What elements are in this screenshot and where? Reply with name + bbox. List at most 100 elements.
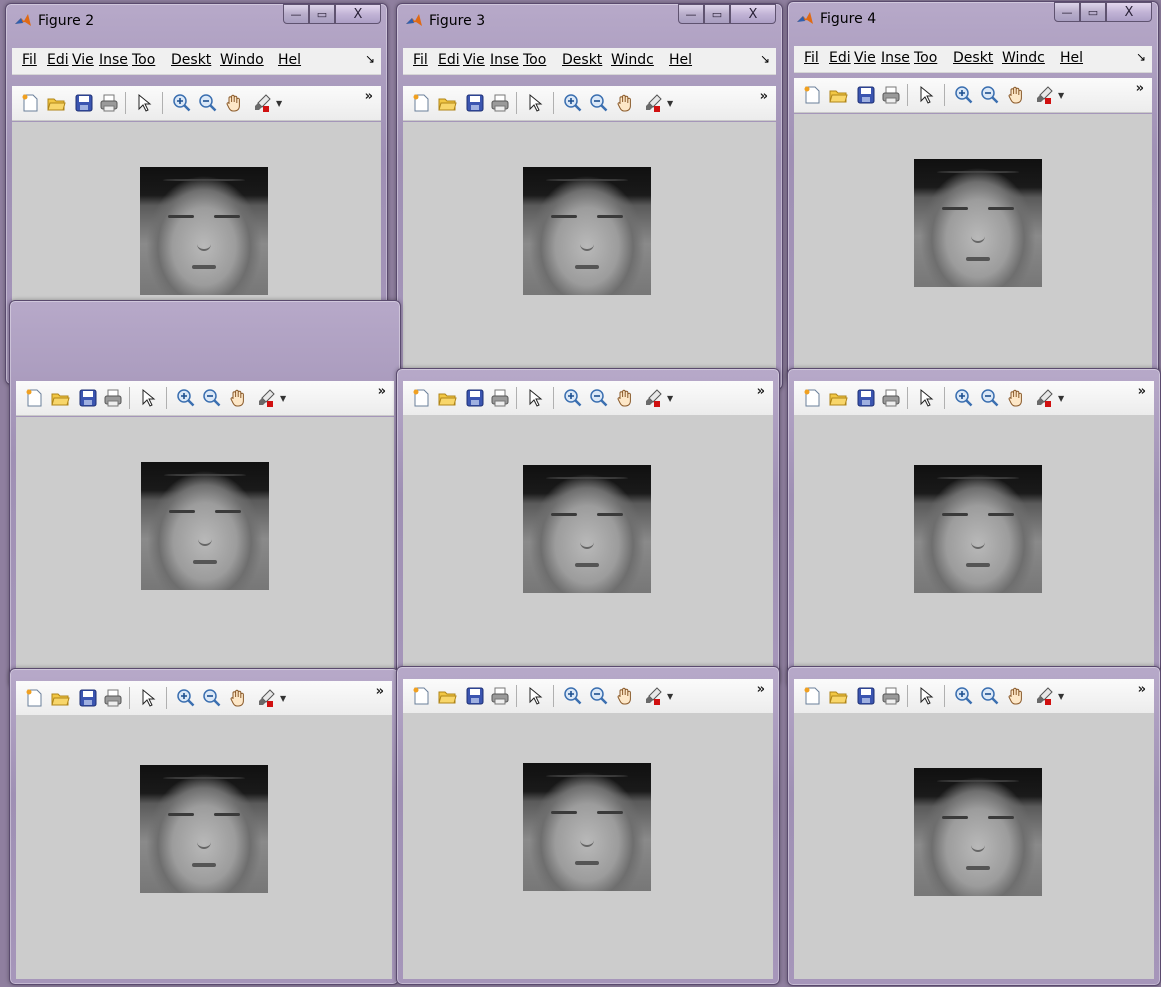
new-figure-icon[interactable] [802, 686, 822, 706]
menu-item-7[interactable]: Hel [278, 52, 301, 68]
print-icon[interactable] [881, 85, 901, 105]
save-icon[interactable] [78, 388, 98, 408]
toolbar-overflow-icon[interactable]: » [1138, 682, 1146, 697]
menu-item-7[interactable]: Hel [669, 52, 692, 68]
menu-item-0[interactable]: Fil [22, 52, 37, 68]
menu-item-0[interactable]: Fil [804, 50, 819, 66]
zoom-in-icon[interactable] [563, 388, 583, 408]
open-file-icon[interactable] [828, 388, 848, 408]
data-brush-icon[interactable] [256, 388, 276, 408]
new-figure-icon[interactable] [411, 93, 431, 113]
zoom-in-icon[interactable] [172, 93, 192, 113]
menu-item-5[interactable]: Deskt [562, 52, 602, 68]
new-figure-icon[interactable] [20, 93, 40, 113]
menu-item-6[interactable]: Windc [611, 52, 654, 68]
open-file-icon[interactable] [437, 388, 457, 408]
data-brush-icon[interactable] [1034, 388, 1054, 408]
new-figure-icon[interactable] [24, 688, 44, 708]
menu-item-0[interactable]: Fil [413, 52, 428, 68]
save-icon[interactable] [465, 93, 485, 113]
print-icon[interactable] [490, 686, 510, 706]
zoom-out-icon[interactable] [198, 93, 218, 113]
pan-hand-icon[interactable] [615, 686, 635, 706]
menu-item-6[interactable]: Windo [220, 52, 264, 68]
open-file-icon[interactable] [50, 388, 70, 408]
menu-item-2[interactable]: Vie [854, 50, 876, 66]
new-figure-icon[interactable] [802, 85, 822, 105]
menu-item-5[interactable]: Deskt [953, 50, 993, 66]
toolbar-overflow-icon[interactable]: » [376, 684, 384, 699]
close-button[interactable]: X [1106, 2, 1152, 22]
maximize-button[interactable]: ▭ [704, 4, 730, 24]
edit-plot-arrow-icon[interactable] [138, 688, 158, 708]
edit-plot-arrow-icon[interactable] [525, 93, 545, 113]
menu-item-1[interactable]: Edi [47, 52, 69, 68]
pan-hand-icon[interactable] [228, 688, 248, 708]
zoom-in-icon[interactable] [954, 85, 974, 105]
edit-plot-arrow-icon[interactable] [134, 93, 154, 113]
data-brush-icon[interactable] [643, 686, 663, 706]
menu-overflow-icon[interactable]: ↘ [760, 52, 770, 66]
menu-item-4[interactable]: Too [523, 52, 546, 68]
brush-dropdown-arrow-icon[interactable]: ▼ [280, 694, 286, 703]
brush-dropdown-arrow-icon[interactable]: ▼ [667, 692, 673, 701]
zoom-out-icon[interactable] [980, 686, 1000, 706]
zoom-in-icon[interactable] [176, 388, 196, 408]
save-icon[interactable] [856, 388, 876, 408]
print-icon[interactable] [881, 686, 901, 706]
pan-hand-icon[interactable] [615, 388, 635, 408]
edit-plot-arrow-icon[interactable] [138, 388, 158, 408]
toolbar-overflow-icon[interactable]: » [1138, 384, 1146, 399]
zoom-out-icon[interactable] [589, 686, 609, 706]
open-file-icon[interactable] [46, 93, 66, 113]
print-icon[interactable] [490, 93, 510, 113]
brush-dropdown-arrow-icon[interactable]: ▼ [667, 99, 673, 108]
pan-hand-icon[interactable] [228, 388, 248, 408]
zoom-out-icon[interactable] [980, 388, 1000, 408]
data-brush-icon[interactable] [643, 388, 663, 408]
brush-dropdown-arrow-icon[interactable]: ▼ [667, 394, 673, 403]
minimize-button[interactable]: — [1054, 2, 1080, 22]
zoom-in-icon[interactable] [563, 686, 583, 706]
pan-hand-icon[interactable] [615, 93, 635, 113]
zoom-out-icon[interactable] [980, 85, 1000, 105]
toolbar-overflow-icon[interactable]: » [1136, 81, 1144, 96]
close-button[interactable]: X [730, 4, 776, 24]
toolbar-overflow-icon[interactable]: » [760, 89, 768, 104]
brush-dropdown-arrow-icon[interactable]: ▼ [1058, 692, 1064, 701]
open-file-icon[interactable] [50, 688, 70, 708]
edit-plot-arrow-icon[interactable] [525, 388, 545, 408]
save-icon[interactable] [465, 686, 485, 706]
pan-hand-icon[interactable] [224, 93, 244, 113]
menu-item-3[interactable]: Inse [490, 52, 519, 68]
open-file-icon[interactable] [828, 686, 848, 706]
minimize-button[interactable]: — [283, 4, 309, 24]
toolbar-overflow-icon[interactable]: » [365, 89, 373, 104]
edit-plot-arrow-icon[interactable] [916, 388, 936, 408]
menu-item-7[interactable]: Hel [1060, 50, 1083, 66]
menu-item-2[interactable]: Vie [463, 52, 485, 68]
brush-dropdown-arrow-icon[interactable]: ▼ [276, 99, 282, 108]
pan-hand-icon[interactable] [1006, 686, 1026, 706]
menu-item-1[interactable]: Edi [829, 50, 851, 66]
brush-dropdown-arrow-icon[interactable]: ▼ [1058, 91, 1064, 100]
data-brush-icon[interactable] [1034, 85, 1054, 105]
toolbar-overflow-icon[interactable]: » [757, 384, 765, 399]
save-icon[interactable] [856, 686, 876, 706]
save-icon[interactable] [78, 688, 98, 708]
toolbar-overflow-icon[interactable]: » [757, 682, 765, 697]
data-brush-icon[interactable] [1034, 686, 1054, 706]
menu-overflow-icon[interactable]: ↘ [1136, 50, 1146, 64]
data-brush-icon[interactable] [256, 688, 276, 708]
print-icon[interactable] [881, 388, 901, 408]
menu-item-3[interactable]: Inse [881, 50, 910, 66]
data-brush-icon[interactable] [252, 93, 272, 113]
close-button[interactable]: X [335, 4, 381, 24]
print-icon[interactable] [103, 388, 123, 408]
print-icon[interactable] [103, 688, 123, 708]
new-figure-icon[interactable] [411, 388, 431, 408]
menu-item-6[interactable]: Windc [1002, 50, 1045, 66]
zoom-in-icon[interactable] [954, 388, 974, 408]
save-icon[interactable] [465, 388, 485, 408]
menu-item-5[interactable]: Deskt [171, 52, 211, 68]
